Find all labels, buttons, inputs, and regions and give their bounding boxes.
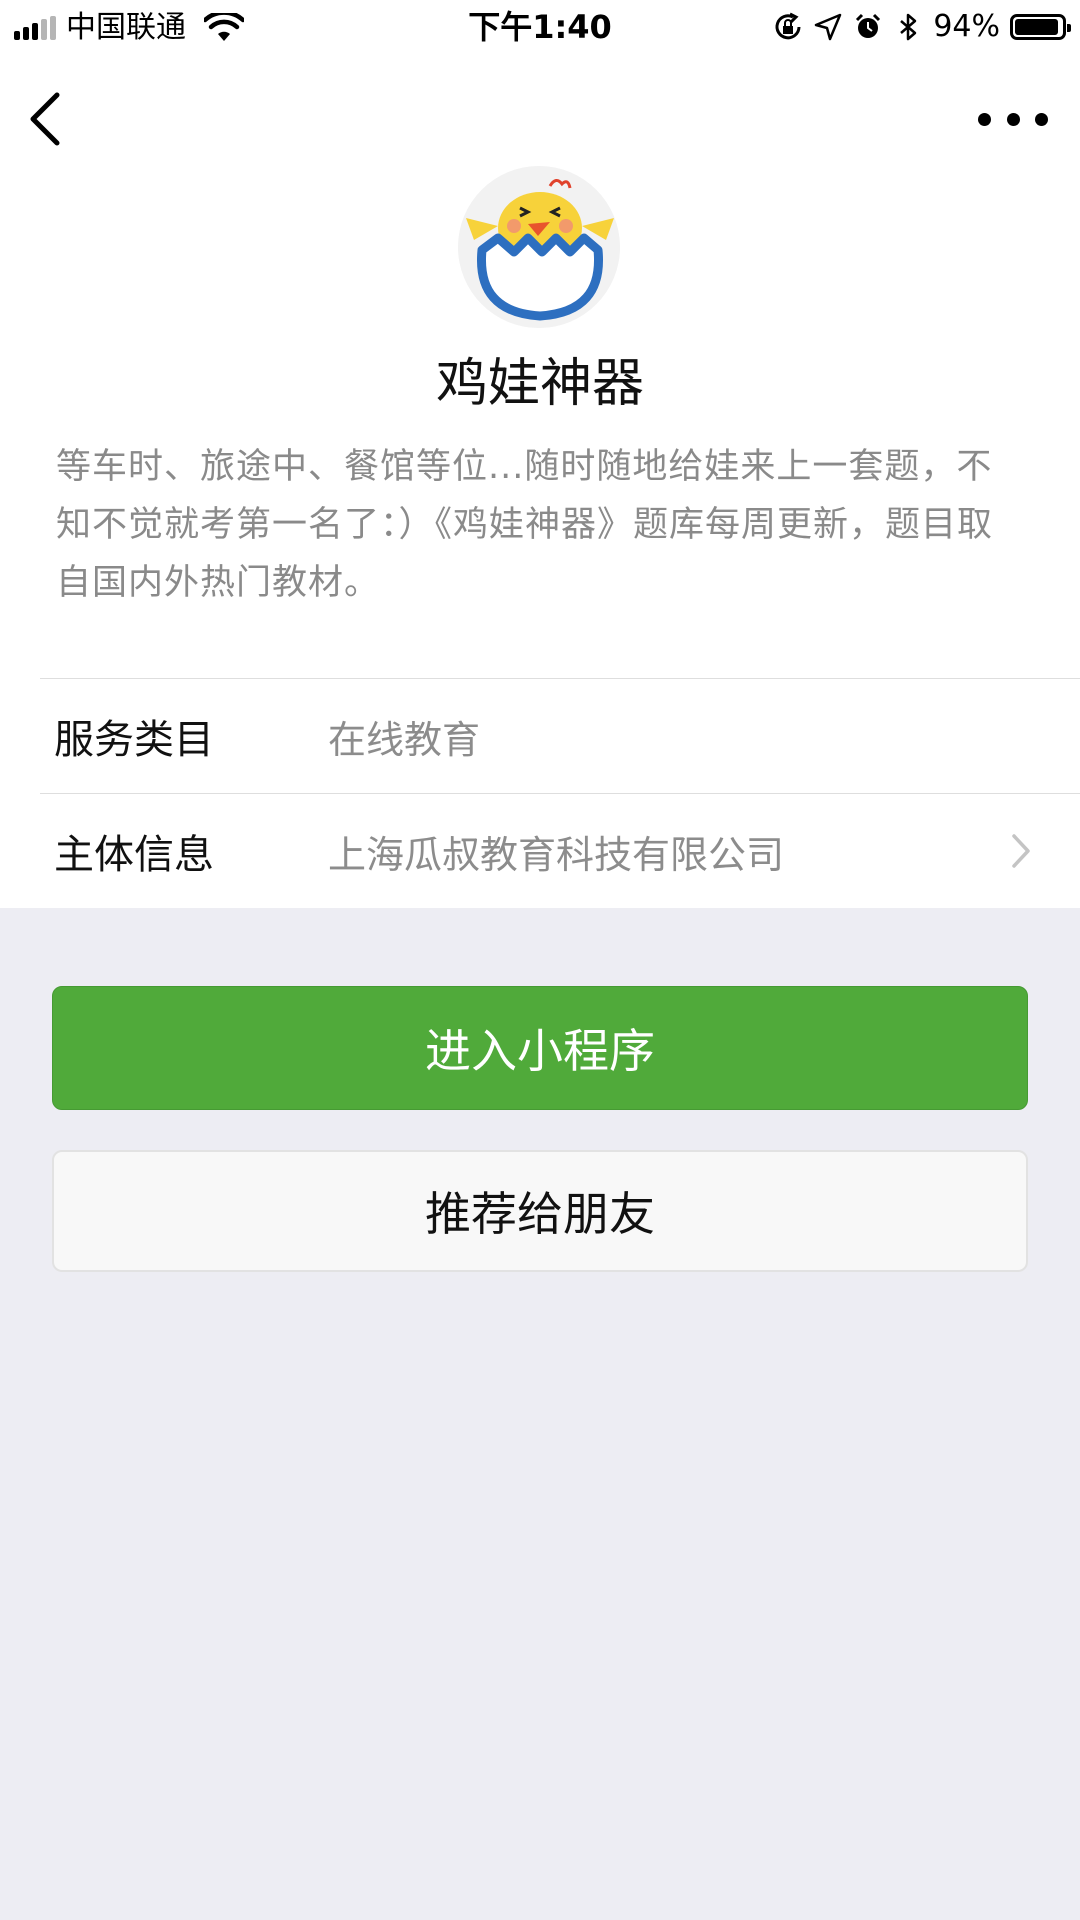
enter-mini-program-button[interactable]: 进入小程序 bbox=[52, 986, 1028, 1110]
info-row-entity[interactable]: 主体信息 上海瓜叔教育科技有限公司 bbox=[40, 793, 1080, 908]
app-title: 鸡娃神器 bbox=[435, 354, 644, 414]
chick-in-egg-icon bbox=[458, 166, 620, 328]
status-right: 94% bbox=[773, 6, 1071, 48]
battery-icon bbox=[1010, 14, 1071, 40]
info-label: 主体信息 bbox=[54, 832, 214, 878]
more-dots-icon bbox=[978, 112, 991, 126]
battery-percent: 94% bbox=[933, 9, 1000, 44]
orientation-lock-icon bbox=[775, 12, 801, 40]
info-value: 在线教育 bbox=[328, 717, 481, 762]
back-chevron-icon bbox=[30, 92, 60, 146]
profile-panel: 鸡娃神器 等车时、旅途中、餐馆等位...随时随地给娃来上一套题，不知不觉就考第一… bbox=[0, 54, 1080, 908]
more-button[interactable] bbox=[978, 94, 1048, 144]
info-list: 服务类目 在线教育 主体信息 上海瓜叔教育科技有限公司 bbox=[40, 678, 1080, 908]
location-icon bbox=[815, 13, 842, 41]
info-value: 上海瓜叔教育科技有限公司 bbox=[328, 832, 785, 877]
bluetooth-icon bbox=[900, 13, 917, 41]
battery-fill bbox=[1015, 19, 1059, 35]
back-button[interactable] bbox=[20, 84, 70, 154]
info-label: 服务类目 bbox=[54, 717, 214, 763]
status-bar: 中国联通 下午1:40 94% bbox=[0, 0, 1080, 54]
info-row-service-category: 服务类目 在线教育 bbox=[40, 678, 1080, 793]
alarm-icon bbox=[856, 13, 881, 38]
share-to-friend-button[interactable]: 推荐给朋友 bbox=[52, 1150, 1028, 1272]
app-avatar bbox=[458, 166, 620, 328]
chevron-right-icon bbox=[1012, 834, 1030, 868]
app-description: 等车时、旅途中、餐馆等位...随时随地给娃来上一套题，不知不觉就考第一名了：）《… bbox=[56, 447, 994, 603]
